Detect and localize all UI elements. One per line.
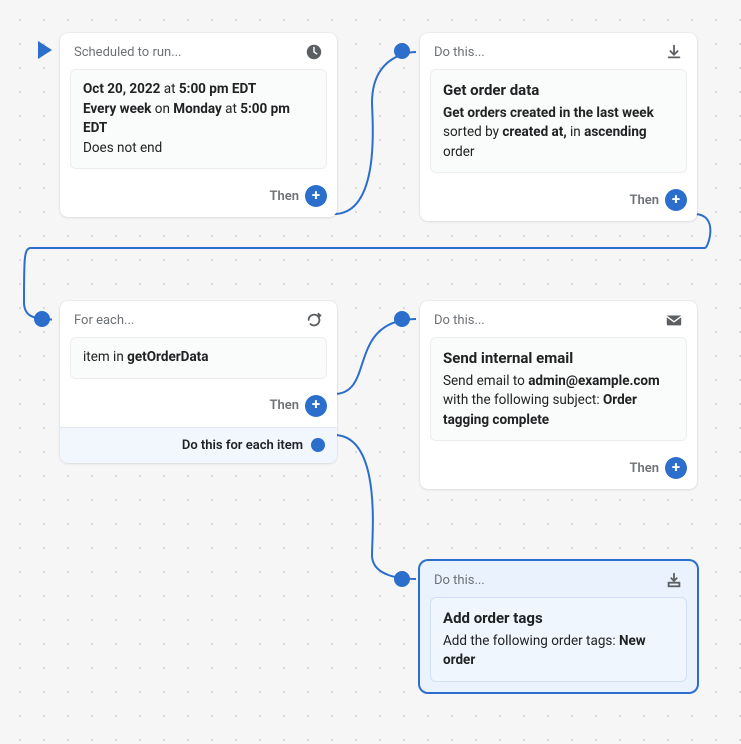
then-label: Then	[629, 193, 659, 208]
card-header: For each...	[60, 301, 337, 337]
add-step-button[interactable]	[665, 457, 687, 479]
header-label: Do this...	[434, 313, 665, 328]
node-send-email[interactable]: Do this... Send internal email Send emai…	[420, 301, 697, 489]
header-label: Scheduled to run...	[74, 45, 305, 60]
card-description: Oct 20, 2022 at 5:00 pm EDTEvery week on…	[70, 69, 327, 169]
then-row: Then	[60, 389, 337, 427]
node-scheduled[interactable]: Scheduled to run... Oct 20, 2022 at 5:00…	[60, 33, 337, 217]
node-add-order-tags[interactable]: Do this... Add order tags Add the follow…	[420, 561, 697, 692]
for-each-footer-label: Do this for each item	[182, 438, 303, 453]
entry-handle-icon	[394, 571, 410, 587]
card-header: Do this...	[420, 301, 697, 337]
header-label: For each...	[74, 313, 305, 328]
node-for-each[interactable]: For each... item in getOrderData Then Do…	[60, 301, 337, 463]
entry-handle-icon	[394, 43, 410, 59]
card-header: Do this...	[420, 561, 697, 597]
entry-handle-icon	[34, 311, 50, 327]
card-description: item in getOrderData	[70, 337, 327, 379]
card-description: Add the following order tags: New order	[443, 632, 674, 671]
then-row: Then	[420, 183, 697, 221]
card-description: Send email to admin@example.com with the…	[443, 372, 674, 431]
node-get-order-data[interactable]: Do this... Get order data Get orders cre…	[420, 33, 697, 221]
card-header: Scheduled to run...	[60, 33, 337, 69]
add-step-button[interactable]	[665, 189, 687, 211]
branch-handle-icon	[311, 438, 325, 452]
then-row: Then	[420, 451, 697, 489]
then-label: Then	[269, 189, 299, 204]
card-body: Get order data Get orders created in the…	[430, 69, 687, 173]
then-row: Then	[60, 179, 337, 217]
then-label: Then	[629, 461, 659, 476]
add-step-button[interactable]	[305, 395, 327, 417]
then-label: Then	[269, 398, 299, 413]
email-icon	[665, 311, 683, 329]
card-description: Get orders created in the last week sort…	[443, 104, 674, 163]
card-title: Get order data	[443, 80, 674, 102]
import-icon	[665, 571, 683, 589]
add-step-button[interactable]	[305, 185, 327, 207]
download-icon	[665, 43, 683, 61]
loop-icon	[305, 311, 323, 329]
entry-handle-icon	[394, 311, 410, 327]
card-title: Send internal email	[443, 348, 674, 370]
header-label: Do this...	[434, 573, 665, 588]
workflow-canvas[interactable]: Scheduled to run... Oct 20, 2022 at 5:00…	[0, 0, 741, 744]
for-each-footer[interactable]: Do this for each item	[60, 427, 337, 463]
card-body: Send internal email Send email to admin@…	[430, 337, 687, 441]
clock-icon	[305, 43, 323, 61]
header-label: Do this...	[434, 45, 665, 60]
start-handle-icon	[38, 41, 52, 59]
card-body: Add order tags Add the following order t…	[430, 597, 687, 682]
card-header: Do this...	[420, 33, 697, 69]
card-title: Add order tags	[443, 608, 674, 630]
